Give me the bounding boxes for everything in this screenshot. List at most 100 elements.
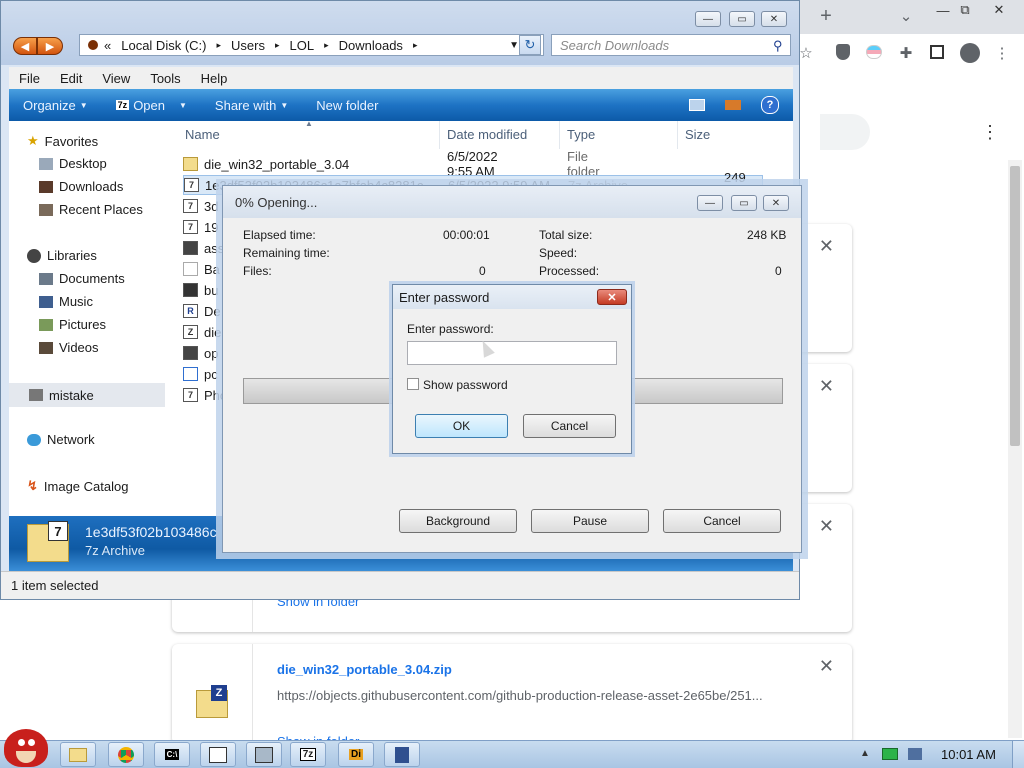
new-tab-button[interactable]: +	[816, 5, 836, 27]
file-row[interactable]: R De	[183, 301, 221, 321]
show-desktop-button[interactable]	[1012, 741, 1024, 768]
file-row[interactable]: 7 19	[183, 217, 218, 237]
menu-tools[interactable]: Tools	[140, 71, 190, 86]
nav-image-catalog[interactable]: ↯ Image Catalog	[27, 478, 128, 494]
back-arrow-icon[interactable]: ◀	[13, 37, 37, 55]
password-prompt: Enter password:	[407, 322, 494, 336]
file-row[interactable]: bu	[183, 280, 218, 300]
downloads-menu-icon[interactable]: ⋮	[980, 122, 1000, 142]
nav-desktop[interactable]: Desktop	[39, 156, 107, 171]
menu-view[interactable]: View	[92, 71, 140, 86]
preview-pane-icon[interactable]	[725, 100, 741, 110]
taskbar-7zip[interactable]: 7z	[290, 742, 326, 767]
file-row[interactable]: ass	[183, 238, 224, 258]
profile-avatar[interactable]	[960, 43, 980, 63]
angry-birds-start-icon[interactable]	[4, 729, 48, 767]
show-hidden-icons-button[interactable]: ▲	[860, 748, 870, 759]
file-row[interactable]: Zdie	[183, 322, 221, 342]
network-status-icon[interactable]	[908, 748, 922, 760]
nav-network[interactable]: Network	[27, 432, 95, 447]
breadcrumb-downloads[interactable]: Downloads	[339, 38, 403, 53]
taskbar-chrome[interactable]	[108, 742, 144, 767]
menu-edit[interactable]: Edit	[50, 71, 92, 86]
address-bar[interactable]: « Local Disk (C:) ▸ Users ▸ LOL ▸ Downlo…	[79, 34, 544, 56]
breadcrumb-local-disk[interactable]: Local Disk (C:)	[121, 38, 206, 53]
file-row[interactable]: Ba	[183, 259, 220, 279]
remove-download-icon[interactable]: ✕	[819, 656, 834, 677]
taskbar-cmd[interactable]: C:\	[154, 742, 190, 767]
search-icon[interactable]: ⚲	[773, 38, 783, 54]
side-panel-icon[interactable]	[930, 45, 944, 59]
change-view-icon[interactable]	[689, 99, 705, 111]
ublock-extension-icon[interactable]	[836, 44, 850, 60]
file-row[interactable]: 7 Pho	[183, 385, 227, 405]
taskbar-document[interactable]	[200, 742, 236, 767]
extensions-puzzle-icon[interactable]: ✚	[896, 43, 916, 63]
taskbar-calculator[interactable]	[384, 742, 420, 767]
address-dropdown-icon[interactable]: ▼	[509, 40, 519, 51]
file-row[interactable]: op	[183, 343, 218, 363]
chrome-menu-icon[interactable]: ⋮	[992, 43, 1012, 63]
close-button[interactable]: ✕	[761, 11, 787, 27]
cancel-button[interactable]: Cancel	[523, 414, 616, 438]
taskbar-die[interactable]: Di	[338, 742, 374, 767]
taskbar-network-tool[interactable]	[246, 742, 282, 767]
nav-recent-places[interactable]: Recent Places	[39, 202, 143, 217]
nav-music[interactable]: Music	[39, 294, 93, 309]
ok-button[interactable]: OK	[415, 414, 508, 438]
file-row[interactable]: die_win32_portable_3.04 6/5/2022 9:55 AM…	[183, 149, 600, 179]
remove-download-icon[interactable]: ✕	[819, 516, 834, 537]
battery-icon[interactable]	[882, 748, 898, 760]
show-password-checkbox[interactable]	[407, 378, 419, 390]
menu-file[interactable]: File	[9, 71, 50, 86]
nav-mistake[interactable]: mistake	[9, 383, 165, 407]
remove-download-icon[interactable]: ✕	[819, 376, 834, 397]
maximize-button[interactable]: ▭	[729, 11, 755, 27]
new-folder-button[interactable]: New folder	[302, 98, 392, 113]
remove-download-icon[interactable]: ✕	[819, 236, 834, 257]
menu-help[interactable]: Help	[191, 71, 238, 86]
close-button[interactable]: ✕	[763, 195, 789, 211]
share-with-button[interactable]: Share with ▼	[201, 98, 302, 113]
chrome-close-button[interactable]: ✕	[984, 0, 1014, 20]
nav-pictures[interactable]: Pictures	[39, 317, 106, 332]
maximize-button[interactable]: ▭	[731, 195, 757, 211]
nav-libraries[interactable]: Libraries	[27, 248, 97, 263]
file-row[interactable]: 7 3d	[183, 196, 218, 216]
nav-label: Downloads	[59, 179, 124, 194]
search-input[interactable]: Search Downloads	[551, 34, 791, 56]
nav-favorites[interactable]: ★ Favorites	[27, 133, 98, 149]
tab-search-icon[interactable]: ⌄	[896, 6, 916, 26]
minimize-button[interactable]: —	[695, 11, 721, 27]
nav-documents[interactable]: Documents	[39, 271, 125, 286]
refresh-icon[interactable]: ↻	[519, 35, 541, 55]
cancel-button[interactable]: Cancel	[663, 509, 781, 533]
file-row[interactable]: pc	[183, 364, 218, 384]
pause-button[interactable]: Pause	[531, 509, 649, 533]
organize-button[interactable]: Organize ▼	[9, 98, 102, 113]
breadcrumb-users[interactable]: Users	[231, 38, 265, 53]
column-name[interactable]: Name	[185, 127, 220, 142]
column-date[interactable]: Date modified	[447, 127, 527, 142]
open-button[interactable]: 7z Open ▼	[102, 98, 201, 113]
scrollbar-thumb[interactable]	[1010, 166, 1020, 446]
nav-videos[interactable]: Videos	[39, 340, 99, 355]
column-size[interactable]: Size	[685, 127, 710, 142]
close-icon[interactable]: ✕	[597, 289, 627, 305]
forward-arrow-icon[interactable]: ▶	[37, 37, 63, 55]
download-filename-link[interactable]: die_win32_portable_3.04.zip	[277, 662, 452, 677]
nav-downloads[interactable]: Downloads	[39, 179, 123, 194]
taskbar-explorer[interactable]	[60, 742, 96, 767]
chevron-down-icon: ▼	[280, 100, 289, 110]
search-downloads-bar[interactable]	[820, 114, 870, 150]
clock[interactable]: 10:01 AM	[941, 747, 996, 762]
breadcrumb-lol[interactable]: LOL	[290, 38, 315, 53]
extension-flag-icon[interactable]	[866, 45, 882, 59]
breadcrumb-overflow[interactable]: «	[104, 38, 111, 53]
chrome-restore-button[interactable]: ⧉	[950, 0, 980, 20]
column-type[interactable]: Type	[567, 127, 595, 142]
password-input[interactable]	[407, 341, 617, 365]
help-icon[interactable]: ?	[761, 96, 779, 114]
background-button[interactable]: Background	[399, 509, 517, 533]
minimize-button[interactable]: —	[697, 195, 723, 211]
